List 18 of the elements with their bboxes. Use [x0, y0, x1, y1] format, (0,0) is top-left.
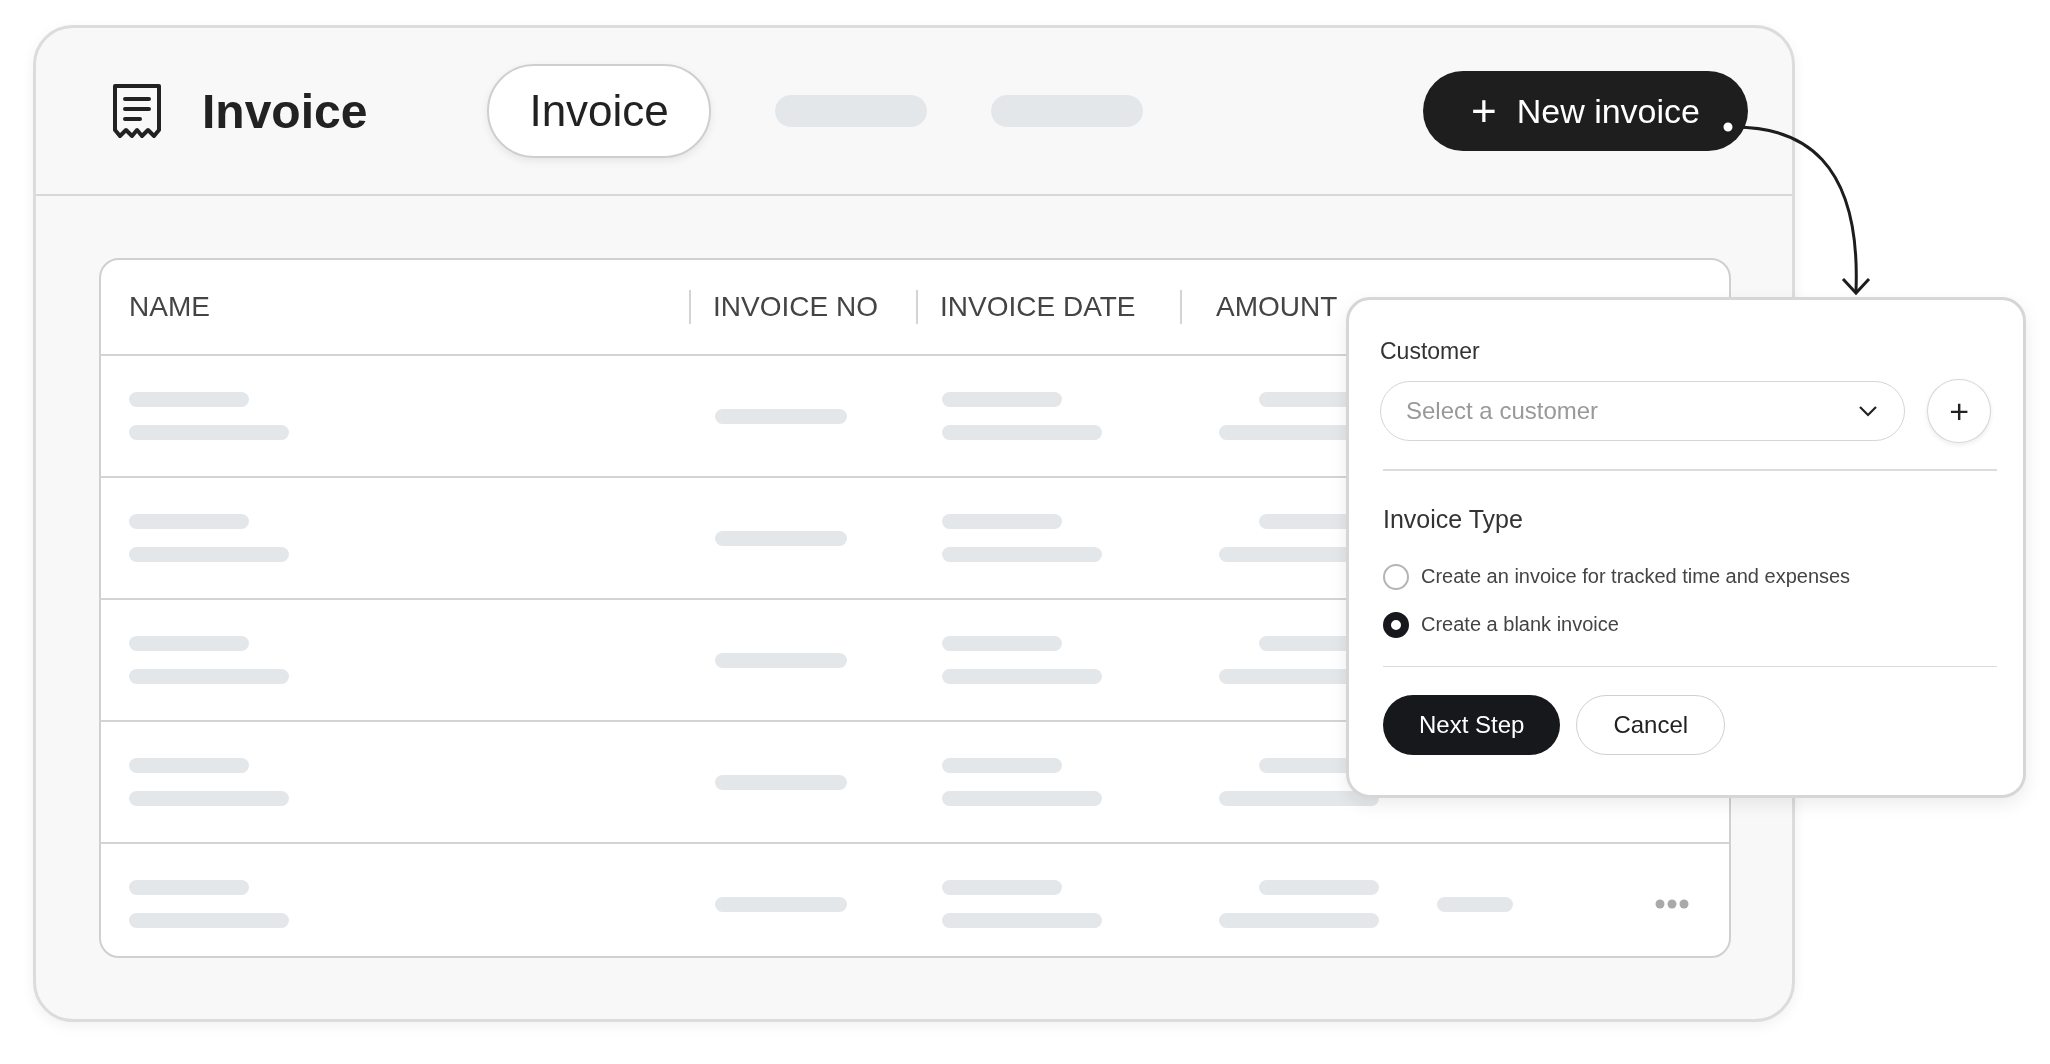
radio-button[interactable] — [1383, 611, 1409, 638]
page-title: Invoice — [202, 83, 368, 139]
column-header: INVOICE DATE — [916, 290, 1180, 324]
chevron-down-icon — [1858, 405, 1879, 417]
cancel-button[interactable]: Cancel — [1576, 695, 1726, 755]
column-header: NAME — [128, 290, 211, 324]
column-header: INVOICE NO — [689, 290, 916, 324]
radio-option[interactable]: Create an invoice for tracked time and expenses — [1383, 563, 1851, 590]
receipt-icon — [110, 83, 164, 139]
radio-button[interactable] — [1383, 563, 1409, 590]
radio-option[interactable]: Create a blank invoice — [1383, 611, 1851, 638]
invoice-type-label: Invoice Type — [1383, 504, 1523, 534]
tab[interactable]: Invoice — [487, 64, 711, 158]
more-icon[interactable] — [1655, 899, 1689, 909]
new-invoice-button[interactable]: + New invoice — [1423, 71, 1748, 151]
customer-label: Customer — [1380, 338, 1480, 365]
next-step-button[interactable]: Next Step — [1383, 695, 1561, 755]
add-customer-button[interactable]: + — [1927, 379, 1991, 443]
